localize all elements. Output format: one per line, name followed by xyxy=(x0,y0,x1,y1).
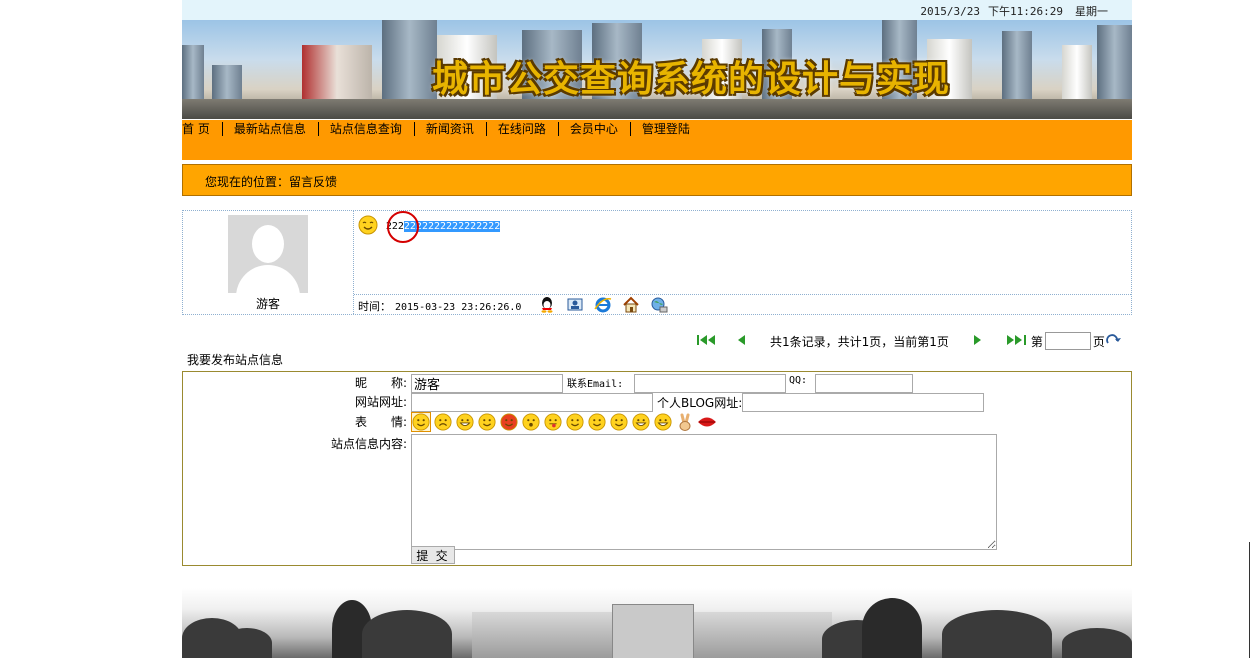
emoji-tongue-icon[interactable] xyxy=(543,412,563,432)
weekday-text: 星期一 xyxy=(1075,5,1108,18)
nickname-label: 昵 称: xyxy=(354,376,407,390)
emoji-think-icon[interactable] xyxy=(587,412,607,432)
emoji-sleep-icon[interactable] xyxy=(477,412,497,432)
emoji-peace-icon[interactable] xyxy=(675,412,695,432)
go-page-icon[interactable] xyxy=(1105,333,1121,349)
message-author-cell: 游客 xyxy=(183,211,354,314)
blog-label: 个人BLOG网址: xyxy=(657,396,743,410)
nav-item-news[interactable]: 新闻资讯 xyxy=(415,122,487,136)
email-field[interactable] xyxy=(634,374,786,393)
last-page-icon[interactable] xyxy=(1005,334,1027,349)
nickname-field[interactable] xyxy=(411,374,563,393)
qq-label: QQ: xyxy=(789,375,808,386)
emoji-angry-icon[interactable] xyxy=(499,412,519,432)
emoji-kiss-icon[interactable] xyxy=(697,412,717,432)
profile-icon[interactable] xyxy=(566,296,584,313)
breadcrumb: 您现在的位置：留言反馈 xyxy=(205,175,338,189)
first-page-icon[interactable] xyxy=(696,334,718,349)
banner-title: 城市公交查询系统的设计与实现 xyxy=(432,58,951,100)
email-label: 联系Email: xyxy=(567,379,624,390)
emoji-lol-icon[interactable] xyxy=(609,412,629,432)
emoji-wink-icon[interactable] xyxy=(565,412,585,432)
qq-field[interactable] xyxy=(815,374,913,393)
home-icon[interactable] xyxy=(622,296,640,313)
message-time: 时间： 2015-03-23 23:26:26.0 xyxy=(358,298,521,314)
nav-item-latest-stations[interactable]: 最新站点信息 xyxy=(223,122,319,136)
nav-item-admin-login[interactable]: 管理登陆 xyxy=(631,122,702,136)
site-banner: 城市公交查询系统的设计与实现 xyxy=(182,20,1132,119)
pagination: 共1条记录，共计1页，当前第1页 第 页 xyxy=(696,332,1121,350)
nav-item-station-query[interactable]: 站点信息查询 xyxy=(319,122,415,136)
top-strip: 2015/3/23 下午11:26:29 星期一 xyxy=(182,0,1132,20)
author-name: 游客 xyxy=(255,297,280,311)
message-entry: 游客 2222222222222222222 时间： 2015-03-23 23:… xyxy=(182,210,1132,315)
avatar xyxy=(228,215,308,293)
emoji-sad-icon[interactable] xyxy=(433,412,453,432)
emoji-picker xyxy=(411,412,719,432)
qq-icon[interactable] xyxy=(538,296,556,313)
nav-item-member-center[interactable]: 会员中心 xyxy=(559,122,631,136)
nav-item-home[interactable]: 首 页 xyxy=(182,122,223,136)
window-edge xyxy=(1249,542,1254,658)
emoji-shock-icon[interactable] xyxy=(521,412,541,432)
submit-button[interactable]: 提 交 xyxy=(411,546,455,564)
emoji-label: 表 情: xyxy=(354,415,407,429)
page-number-input[interactable] xyxy=(1044,332,1091,350)
blog-field[interactable] xyxy=(742,393,984,412)
date-text: 2015/3/23 xyxy=(920,5,981,18)
time-text: 下午11:26:29 xyxy=(988,5,1063,18)
nav-item-ask-route[interactable]: 在线问路 xyxy=(487,122,559,136)
message-content: 2222222222222222222 xyxy=(358,215,501,238)
next-page-icon[interactable] xyxy=(973,334,983,349)
emoji-bigsmile-icon[interactable] xyxy=(653,412,673,432)
location-bar: 您现在的位置：留言反馈 xyxy=(182,164,1132,196)
footer-image xyxy=(182,588,1132,658)
page-suffix: 页 xyxy=(1092,334,1105,349)
page-prefix: 第 xyxy=(1030,334,1043,349)
globe-icon[interactable] xyxy=(650,296,668,313)
content-textarea[interactable] xyxy=(411,434,997,550)
smile-emoji-icon xyxy=(358,215,378,238)
time-label: 时间： xyxy=(358,300,391,313)
content-label: 站点信息内容: xyxy=(330,437,407,451)
emoji-smile-icon[interactable] xyxy=(411,412,431,432)
website-label: 网站网址: xyxy=(354,395,407,409)
time-value: 2015-03-23 23:26:26.0 xyxy=(395,302,522,313)
message-meta: 时间： 2015-03-23 23:26:26.0 xyxy=(354,294,1131,315)
emoji-laugh-icon[interactable] xyxy=(631,412,651,432)
datetime-display: 2015/3/23 下午11:26:29 星期一 xyxy=(912,3,1108,19)
ie-icon[interactable] xyxy=(594,296,612,313)
post-form: 昵 称: 联系Email: QQ: 网站网址: 个人BLOG网址: 表 情: 站… xyxy=(182,371,1132,566)
main-nav: 首 页 最新站点信息 站点信息查询 新闻资讯 在线问路 会员中心 管理登陆 xyxy=(182,119,1132,160)
prev-page-icon[interactable] xyxy=(736,334,746,349)
post-section-title: 我要发布站点信息 xyxy=(187,353,284,367)
website-field[interactable] xyxy=(411,393,653,412)
cursor-highlight xyxy=(387,211,419,243)
pager-summary: 共1条记录，共计1页，当前第1页 xyxy=(770,334,949,349)
emoji-grin-icon[interactable] xyxy=(455,412,475,432)
